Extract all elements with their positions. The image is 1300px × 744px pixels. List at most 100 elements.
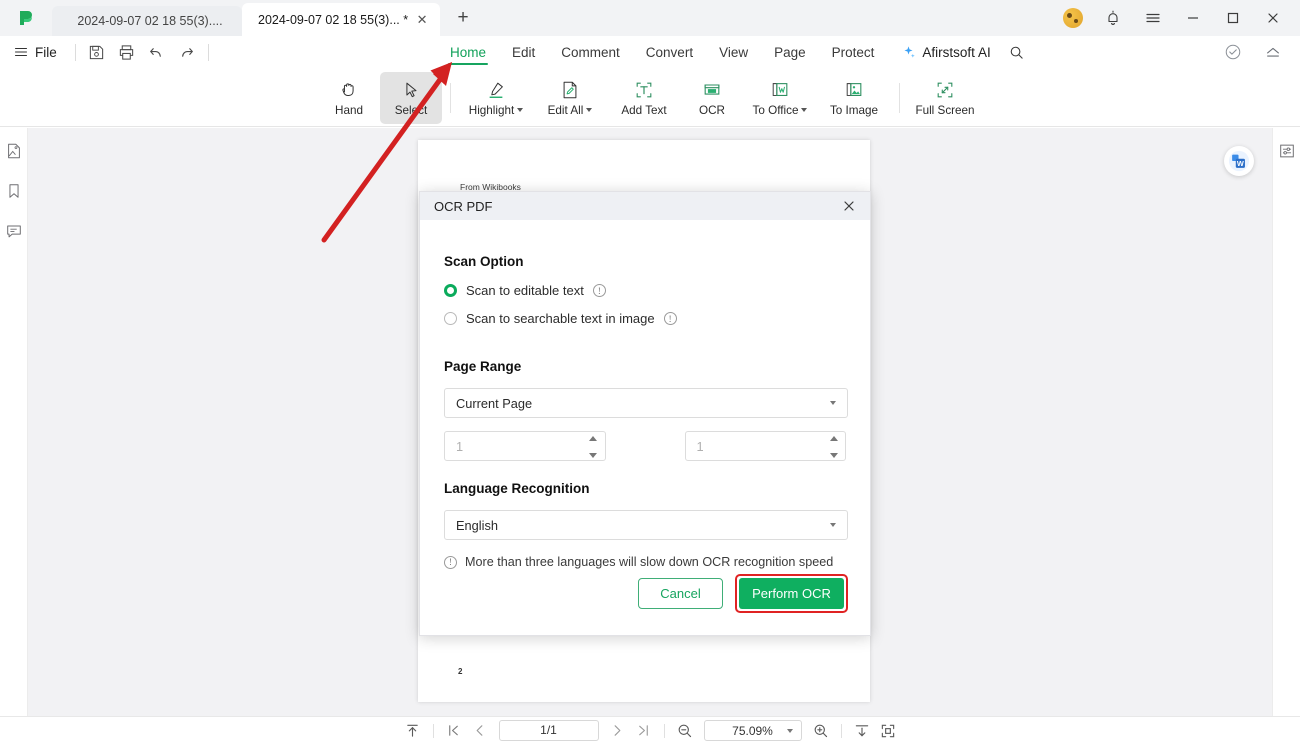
sidebar-item-comments[interactable]	[3, 220, 25, 242]
minimize-icon	[1188, 17, 1198, 19]
zoom-in-button[interactable]	[808, 720, 834, 742]
page-range-to-stepper[interactable]	[829, 435, 838, 459]
radio-scan-to-editable-text-label: Scan to editable text	[466, 283, 584, 298]
chevron-down-icon	[830, 523, 836, 527]
fit-page-button[interactable]	[875, 720, 901, 742]
page-range-select[interactable]: Current Page	[444, 388, 848, 418]
ribbon-toolbar: Hand Select Highlight Edit All Add Text …	[0, 69, 1300, 196]
chevron-down-icon[interactable]	[586, 108, 593, 112]
close-dialog-button[interactable]	[838, 195, 860, 217]
main-menu-button[interactable]	[1134, 1, 1172, 35]
save-button[interactable]	[82, 39, 112, 65]
fit-page-icon	[881, 724, 894, 737]
cloud-sync-button[interactable]	[1218, 39, 1248, 65]
tab-page[interactable]: Page	[761, 36, 819, 69]
ribbon-tab-list: Home Edit Comment Convert View Page Prot…	[437, 36, 1032, 69]
to-office-icon	[770, 79, 790, 101]
convert-to-word-button[interactable]: W	[1224, 146, 1254, 176]
radio-scan-to-searchable-text[interactable]: Scan to searchable text in image !	[444, 311, 846, 326]
document-tab-2[interactable]: 2024-09-07 02 18 55(3)... * ✕	[242, 3, 441, 36]
close-tab-icon[interactable]: ✕	[414, 12, 430, 28]
tab-edit[interactable]: Edit	[499, 36, 548, 69]
word-convert-icon: W	[1228, 150, 1250, 172]
tab-home[interactable]: Home	[437, 36, 499, 69]
chevron-down-icon[interactable]	[517, 108, 524, 112]
tool-full-screen[interactable]: Full Screen	[908, 72, 982, 124]
right-sidebar	[1272, 128, 1300, 716]
radio-scan-to-editable-text[interactable]: Scan to editable text !	[444, 283, 846, 298]
afirstsoft-ai-button[interactable]: Afirstsoft AI	[887, 36, 1000, 69]
tool-select[interactable]: Select	[380, 71, 442, 124]
cancel-button[interactable]: Cancel	[638, 578, 723, 609]
zoom-in-icon	[814, 724, 827, 737]
dialog-body: Scan Option Scan to editable text ! Scan…	[420, 220, 870, 569]
tab-protect[interactable]: Protect	[819, 36, 888, 69]
dialog-footer: Cancel Perform OCR	[638, 574, 848, 613]
tool-edit-all[interactable]: Edit All	[533, 72, 607, 124]
previous-page-button[interactable]	[467, 720, 493, 742]
to-image-icon	[844, 79, 864, 101]
collapse-ribbon-button[interactable]	[1258, 39, 1288, 65]
last-page-button[interactable]	[631, 720, 657, 742]
avatar[interactable]	[1054, 1, 1092, 35]
fit-width-icon	[855, 724, 868, 736]
close-icon	[1268, 13, 1278, 23]
stepper-down-icon[interactable]	[589, 452, 598, 459]
tool-hand[interactable]: Hand	[318, 72, 380, 124]
tool-ocr[interactable]: OCR	[681, 72, 743, 124]
fit-width-button[interactable]	[849, 720, 875, 742]
info-icon[interactable]: !	[663, 312, 677, 325]
scroll-to-top-button[interactable]	[400, 720, 426, 742]
maximize-icon	[1227, 12, 1239, 24]
sidebar-item-properties[interactable]	[1276, 140, 1298, 162]
file-menu-button[interactable]: File	[0, 45, 69, 60]
dialog-title: OCR PDF	[434, 198, 493, 214]
stepper-down-icon[interactable]	[829, 452, 838, 459]
bookmark-icon	[8, 184, 19, 198]
tool-highlight[interactable]: Highlight	[459, 72, 533, 124]
stepper-up-icon[interactable]	[829, 435, 838, 442]
tab-convert[interactable]: Convert	[633, 36, 706, 69]
tab-comment[interactable]: Comment	[548, 36, 633, 69]
redo-button[interactable]	[172, 39, 202, 65]
undo-button[interactable]	[142, 39, 172, 65]
first-page-button[interactable]	[441, 720, 467, 742]
page-range-from-input[interactable]: 1	[444, 431, 606, 461]
info-icon[interactable]: !	[592, 284, 606, 297]
stepper-up-icon[interactable]	[589, 435, 598, 442]
maximize-button[interactable]	[1214, 1, 1252, 35]
perform-ocr-button[interactable]: Perform OCR	[739, 578, 844, 609]
notifications-button[interactable]	[1094, 1, 1132, 35]
search-button[interactable]	[1001, 45, 1032, 60]
sidebar-item-bookmarks[interactable]	[3, 180, 25, 202]
close-window-button[interactable]	[1254, 1, 1292, 35]
zoom-level-select[interactable]: 75.09%	[703, 720, 802, 741]
divider	[432, 723, 434, 738]
chevron-down-icon[interactable]	[801, 108, 808, 112]
zoom-out-button[interactable]	[672, 720, 698, 742]
print-button[interactable]	[112, 39, 142, 65]
minimize-button[interactable]	[1174, 1, 1212, 35]
tab-view[interactable]: View	[706, 36, 761, 69]
new-tab-button[interactable]: +	[446, 1, 480, 35]
cursor-icon	[401, 79, 421, 101]
dialog-header: OCR PDF	[420, 192, 870, 220]
page-range-to-input[interactable]: 1	[684, 431, 846, 461]
next-page-button[interactable]	[605, 720, 631, 742]
divider	[450, 82, 451, 113]
sidebar-item-thumbnails[interactable]	[3, 140, 25, 162]
user-avatar-icon	[1063, 8, 1083, 28]
tool-to-image[interactable]: To Image	[817, 72, 891, 124]
tool-full-screen-label: Full Screen	[915, 103, 975, 117]
tool-add-text[interactable]: Add Text	[607, 72, 681, 124]
page-number-input[interactable]: 1/1	[498, 720, 599, 741]
page-range-from-stepper[interactable]	[589, 435, 598, 459]
print-icon	[120, 44, 134, 60]
previous-page-icon	[476, 725, 483, 736]
document-tab-1[interactable]: 2024-09-07 02 18 55(3)....	[52, 6, 242, 36]
page-range-select-value: Current Page	[456, 395, 533, 411]
language-select[interactable]: English	[444, 510, 848, 540]
sparkle-icon	[904, 46, 916, 58]
tool-to-office[interactable]: To Office	[743, 72, 817, 124]
